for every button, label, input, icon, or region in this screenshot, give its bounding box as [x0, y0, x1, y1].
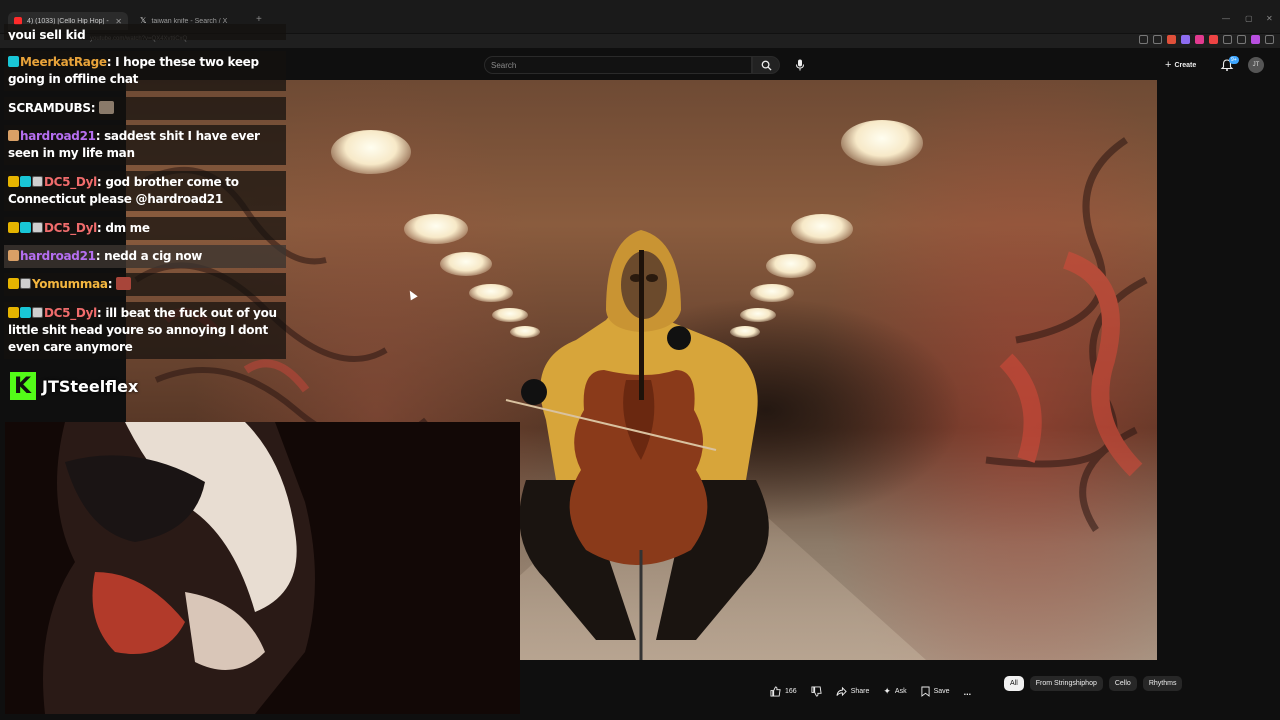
chip-from-stringshiphop[interactable]: From Stringshiphop [1029, 676, 1103, 691]
minimize-icon[interactable]: — [1222, 14, 1230, 23]
chat-text: youi sell kid [8, 28, 86, 40]
kick-logo-icon: K [10, 372, 36, 400]
extension-icons [1139, 35, 1274, 44]
gifter-badge-icon [32, 176, 43, 187]
chat-username: DC5_Dyl [44, 175, 97, 189]
chip-rhythms[interactable]: Rhythms [1142, 676, 1183, 691]
sparkle-icon: ✦ [883, 686, 891, 696]
brave-shield-icon[interactable] [1167, 35, 1176, 44]
crown-badge-icon [8, 278, 19, 289]
profile-icon[interactable] [1251, 35, 1260, 44]
chat-message: SCRAMDUBS: [4, 97, 286, 120]
close-window-icon[interactable]: ✕ [1266, 14, 1273, 23]
chat-username: MeerkatRage [20, 55, 107, 69]
save-button[interactable]: Save [921, 686, 950, 697]
extension-icon[interactable] [1209, 35, 1218, 44]
crown-badge-icon [8, 307, 19, 318]
chat-message: youi sell kid [4, 24, 286, 40]
maximize-icon[interactable]: ▢ [1245, 14, 1253, 23]
chat-username: DC5_Dyl [44, 306, 97, 320]
cellist-performer [505, 230, 769, 660]
chat-message: DC5_Dyl: god brother come to Connecticut… [4, 171, 286, 211]
thumbs-down-icon [811, 686, 822, 697]
extension-icon[interactable] [1195, 35, 1204, 44]
chip-all[interactable]: All [1004, 676, 1024, 691]
streamer-label: K JTSteelflex [10, 372, 138, 400]
chat-username: hardroad21 [20, 249, 96, 263]
subscriber-badge-icon [20, 176, 31, 187]
stream-chat-overlay: youi sell kid MeerkatRage: I hope these … [0, 24, 286, 359]
chat-message: Yomummaa: [4, 273, 286, 296]
webcam-feed [5, 422, 520, 714]
emote-icon [99, 101, 115, 114]
chat-username: SCRAMDUBS [8, 101, 91, 115]
more-icon: ... [963, 686, 972, 697]
gifter-badge-icon [32, 222, 43, 233]
thumbs-up-icon [770, 686, 781, 697]
share-icon [836, 686, 847, 697]
create-label: Create [1174, 61, 1197, 69]
chat-text: dm me [105, 221, 150, 235]
chat-separator: : [95, 129, 105, 143]
search-input[interactable]: Search [484, 56, 752, 74]
share-page-icon[interactable] [1153, 35, 1162, 44]
like-count: 166 [785, 688, 797, 695]
chat-username: hardroad21 [20, 129, 96, 143]
chat-separator: : [107, 277, 117, 291]
search-icon [761, 60, 772, 71]
chat-message: hardroad21: nedd a cig now [4, 245, 286, 268]
like-button[interactable]: 166 [770, 686, 797, 697]
create-button[interactable]: + Create [1165, 58, 1196, 72]
streamer-name: JTSteelflex [42, 376, 139, 396]
gifter-badge-icon [32, 307, 43, 318]
search-button[interactable] [752, 56, 780, 74]
recommendation-chips: All From Stringshiphop Cello Rhythms [1004, 676, 1183, 691]
plus-icon: + [1165, 59, 1172, 71]
bookmark-icon [921, 686, 930, 697]
chat-message: DC5_Dyl: ill beat the fuck out of you li… [4, 302, 286, 359]
share-button[interactable]: Share [836, 686, 870, 697]
subscriber-badge-icon [8, 56, 19, 67]
crown-badge-icon [8, 222, 19, 233]
extension-icon[interactable] [1181, 35, 1190, 44]
chat-username: Yomummaa [32, 277, 108, 291]
dislike-button[interactable] [811, 686, 822, 697]
screen-cast-icon[interactable] [1139, 35, 1148, 44]
chat-message: MeerkatRage: I hope these two keep going… [4, 51, 286, 91]
video-actions: 166 Share ✦ Ask Save ... [770, 686, 971, 697]
gifter-badge-icon [8, 250, 19, 261]
chat-username: DC5_Dyl [44, 221, 97, 235]
gifter-badge-icon [20, 278, 31, 289]
chip-cello[interactable]: Cello [1108, 676, 1137, 691]
voice-search-button[interactable] [790, 56, 810, 74]
notification-count-badge: 9+ [1229, 56, 1239, 64]
ask-button[interactable]: ✦ Ask [883, 686, 906, 697]
emote-icon [116, 277, 132, 290]
chat-separator: : [106, 55, 116, 69]
search-placeholder: Search [491, 61, 517, 70]
share-label: Share [850, 688, 870, 695]
chat-text: nedd a cig now [104, 249, 203, 263]
chat-message: hardroad21: saddest shit I have ever see… [4, 125, 286, 165]
chat-separator: : [90, 101, 100, 115]
webcam-person [5, 422, 520, 714]
graffiti-wall-right [985, 137, 1148, 532]
account-avatar[interactable]: JT [1248, 57, 1264, 73]
menu-icon[interactable] [1265, 35, 1274, 44]
more-actions-button[interactable]: ... [964, 687, 972, 697]
subscriber-badge-icon [20, 307, 31, 318]
sidebar-icon[interactable] [1237, 35, 1246, 44]
save-label: Save [933, 688, 950, 695]
chat-separator: : [95, 249, 105, 263]
microphone-icon [796, 59, 804, 71]
ask-label: Ask [894, 688, 907, 695]
chat-message: DC5_Dyl: dm me [4, 217, 286, 240]
gifter-badge-icon [8, 130, 19, 141]
crown-badge-icon [8, 176, 19, 187]
puzzle-icon[interactable] [1223, 35, 1232, 44]
screen: 4) (1033) [Cello Hip Hop] - Echo... ✕ 𝕏 … [0, 0, 1280, 720]
subscriber-badge-icon [20, 222, 31, 233]
